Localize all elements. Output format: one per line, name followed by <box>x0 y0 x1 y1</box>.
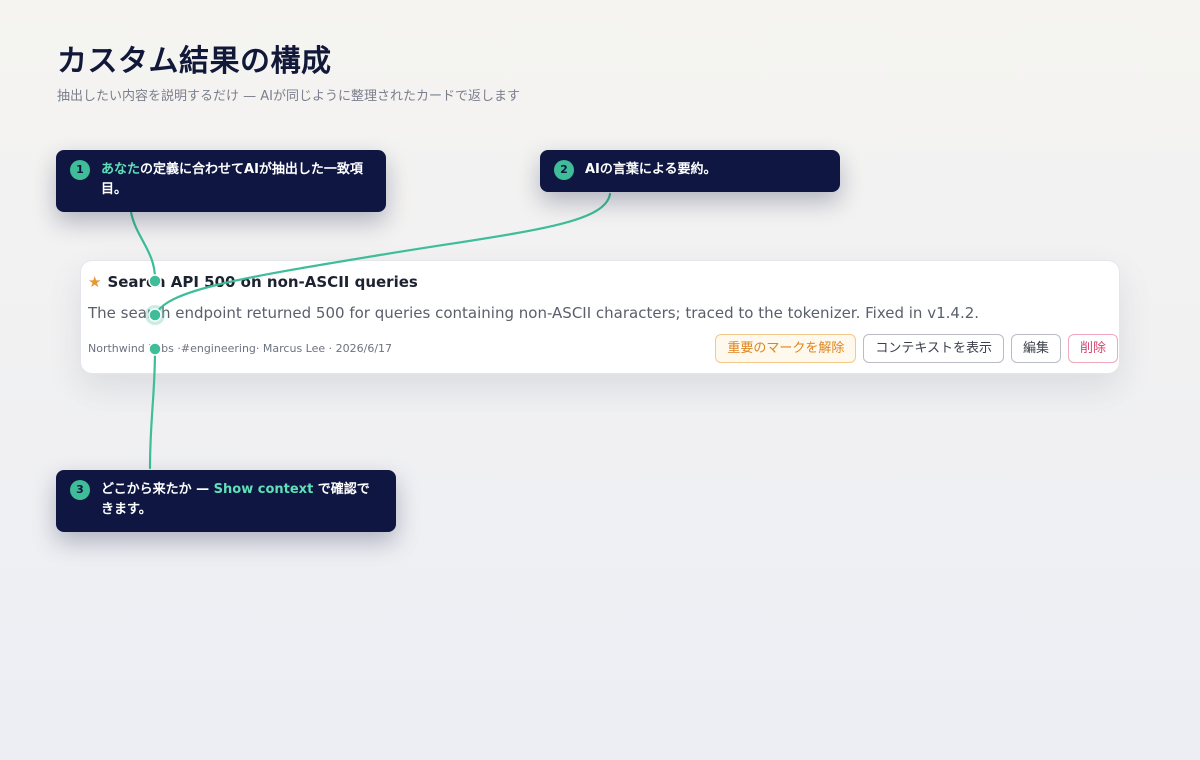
card-summary: The search endpoint returned 500 for que… <box>88 304 980 322</box>
page-title: カスタム結果の構成 <box>57 44 332 79</box>
delete-button[interactable]: 削除 <box>1067 334 1118 363</box>
callout-number: 2 <box>554 160 574 180</box>
card-meta: Northwind Labs ·#engineering· Marcus Lee… <box>88 341 392 357</box>
edit-button[interactable]: 編集 <box>1010 334 1061 363</box>
meta-separator: · <box>255 342 263 355</box>
star-icon: ★ <box>88 273 102 291</box>
card-title-row: ★ Search API 500 on non-ASCII queries <box>88 272 418 292</box>
meta-author: Marcus Lee <box>262 342 326 355</box>
show-context-button[interactable]: コンテキストを表示 <box>863 334 1004 363</box>
callout-highlight: あなた <box>101 162 141 177</box>
result-card: ★ Search API 500 on non-ASCII queries Th… <box>80 260 1120 374</box>
unmark-important-button[interactable]: 重要のマークを解除 <box>715 334 857 363</box>
callout-connectors <box>129 192 612 470</box>
meta-channel: #engineering <box>180 342 256 355</box>
meta-source: Northwind Labs <box>88 342 174 355</box>
callout-text: の定義に合わせてAIが抽出した一致項目。 <box>101 162 363 197</box>
callout-text: AIの言葉による要約。 <box>585 162 717 177</box>
callout-number: 3 <box>70 480 90 500</box>
callout-ai-summary: 2 AIの言葉による要約。 <box>540 150 840 192</box>
card-title: Search API 500 on non-ASCII queries <box>107 273 418 291</box>
card-actions: 重要のマークを解除 コンテキストを表示 編集 削除 <box>715 334 1118 363</box>
meta-date: 2026/6/17 <box>335 342 393 355</box>
callout-number: 1 <box>70 160 90 180</box>
callout-source-context: 3 どこから来たか — Show context で確認できます。 <box>56 470 396 532</box>
page-subtitle: 抽出したい内容を説明するだけ — AIが同じように整理されたカードで返します <box>57 89 520 104</box>
callout-matched-items: 1 あなたの定義に合わせてAIが抽出した一致項目。 <box>56 150 386 212</box>
callout-text: どこから来たか — <box>101 482 214 497</box>
meta-separator: · <box>328 342 336 355</box>
callout-highlight: Show context <box>213 482 314 497</box>
